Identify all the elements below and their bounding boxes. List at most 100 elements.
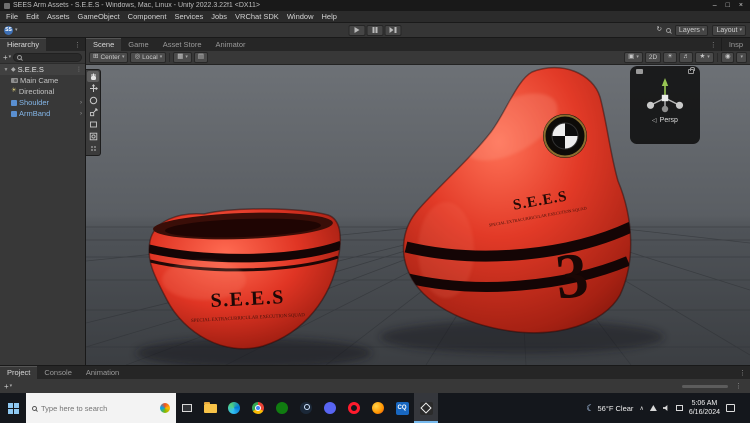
snap-toggle-button[interactable]: ▤ (193, 52, 209, 63)
tool-handle-position-button[interactable]: ⊞ Center ▾ (89, 52, 129, 63)
axis-gizmo[interactable] (641, 74, 689, 116)
account-dropdown[interactable]: SS ▾ (4, 25, 18, 35)
undo-history-icon[interactable]: ↻ (656, 26, 661, 34)
minimize-button[interactable]: – (713, 2, 717, 9)
taskbar-app-unity[interactable] (414, 393, 438, 423)
battery-icon[interactable] (675, 405, 683, 411)
rotate-tool-button[interactable] (87, 95, 99, 106)
tab-project[interactable]: Project (0, 366, 38, 379)
maximize-button[interactable]: □ (726, 2, 730, 9)
hierarchy-item-main-camera[interactable]: Main Came (0, 75, 85, 86)
panel-menu-icon[interactable]: ⋮ (74, 41, 81, 49)
task-view-button[interactable] (176, 393, 198, 423)
play-icon (354, 27, 360, 33)
menu-jobs[interactable]: Jobs (207, 12, 231, 21)
hierarchy-add-button[interactable]: + ▾ (3, 53, 11, 62)
taskbar-app-chrome[interactable] (246, 393, 270, 423)
hierarchy-item-shoulder[interactable]: Shoulder › (0, 97, 85, 108)
taskbar-app-cq[interactable]: CQ (390, 393, 414, 423)
tab-game[interactable]: Game (121, 38, 155, 51)
scene-menu-icon[interactable]: ⋮ (76, 66, 82, 73)
transform-tool-button[interactable] (87, 131, 99, 142)
taskbar-app-file-explorer[interactable] (198, 393, 222, 423)
scene-viewport[interactable]: S.E.E.S SPECIAL EXTRACURRICULAR EXECUTIO… (86, 65, 750, 365)
rect-tool-button[interactable] (87, 119, 99, 130)
tab-animator[interactable]: Animator (209, 38, 253, 51)
layers-dropdown[interactable]: Layers ▾ (674, 24, 709, 36)
tab-animation[interactable]: Animation (79, 366, 126, 379)
action-center-icon[interactable] (726, 404, 735, 412)
hierarchy-item-directional-light[interactable]: ☀ Directional (0, 86, 85, 97)
audio-toggle-button[interactable]: ♬ (678, 52, 694, 63)
hidden-icons-chevron[interactable]: ∧ (639, 405, 643, 412)
taskbar-app-firefox[interactable] (366, 393, 390, 423)
taskbar-app-edge[interactable] (222, 393, 246, 423)
hierarchy-search[interactable] (13, 52, 82, 62)
menu-help[interactable]: Help (318, 12, 341, 21)
tab-inspector[interactable]: Insp (722, 38, 750, 51)
foldout-icon[interactable]: ▼ (3, 67, 9, 73)
close-button[interactable]: × (739, 2, 743, 9)
taskbar-app-steam[interactable] (294, 393, 318, 423)
tab-asset-store[interactable]: Asset Store (156, 38, 209, 51)
search-icon[interactable] (665, 27, 671, 33)
search-highlights-icon[interactable] (160, 403, 170, 413)
start-button[interactable] (0, 393, 26, 423)
move-tool-button[interactable] (87, 83, 99, 94)
scale-tool-button[interactable] (87, 107, 99, 118)
menu-assets[interactable]: Assets (43, 12, 74, 21)
menu-gameobject[interactable]: GameObject (74, 12, 124, 21)
taskbar-clock[interactable]: 5:06 AM 6/16/2024 (689, 399, 720, 417)
tool-handle-rotation-button[interactable]: ◎ Local ▾ (130, 52, 167, 63)
2d-toggle-button[interactable]: 2D (644, 52, 662, 63)
xbox-icon (276, 402, 288, 414)
menu-vrchat-sdk[interactable]: VRChat SDK (231, 12, 283, 21)
network-icon[interactable] (649, 405, 657, 411)
desktop: SEES Arm Assets - S.E.E.S - Windows, Mac… (0, 0, 750, 423)
grid-visibility-button[interactable]: ▦ ▾ (173, 52, 192, 63)
gizmos-dropdown-button[interactable]: ▾ (736, 52, 747, 63)
steam-icon (300, 402, 312, 414)
tab-hierarchy[interactable]: Hierarchy (0, 38, 47, 51)
pause-button[interactable] (366, 24, 384, 36)
camera-settings-button[interactable]: ▣ ▾ (624, 52, 643, 63)
hierarchy-search-input[interactable] (24, 53, 78, 61)
weather-widget[interactable]: ☾ 56°F Clear (586, 403, 633, 413)
view-hand-tool-button[interactable] (87, 71, 99, 82)
taskbar-app-opera[interactable] (342, 393, 366, 423)
taskbar-app-discord[interactable] (318, 393, 342, 423)
volume-icon[interactable] (662, 405, 668, 411)
tab-console[interactable]: Console (37, 366, 79, 379)
gizmo-perspective-label[interactable]: Persp (660, 117, 678, 124)
menu-edit[interactable]: Edit (22, 12, 43, 21)
project-scrollbar[interactable] (682, 384, 728, 388)
tab-scene[interactable]: Scene (86, 38, 122, 51)
panel-menu-icon[interactable]: ⋮ (710, 41, 717, 49)
taskbar-search-input[interactable] (41, 403, 137, 413)
effects-dropdown-button[interactable]: ★ ▾ (695, 52, 714, 63)
visibility-toggle-button[interactable]: ◉ (720, 52, 735, 63)
layout-dropdown[interactable]: Layout ▾ (712, 24, 746, 36)
custom-tools-button[interactable] (87, 143, 99, 154)
step-button[interactable] (384, 24, 402, 36)
lighting-toggle-button[interactable]: ☀ (663, 52, 677, 63)
panel-menu-icon[interactable]: ⋮ (735, 382, 742, 390)
taskbar-search[interactable] (26, 393, 176, 423)
panel-menu-icon[interactable]: ⋮ (739, 369, 746, 377)
gizmo-lock-icon[interactable] (688, 67, 695, 74)
menu-services[interactable]: Services (170, 12, 207, 21)
taskbar-app-xbox[interactable] (270, 393, 294, 423)
caret-down-icon: ▾ (739, 26, 742, 33)
play-button[interactable] (348, 24, 366, 36)
menu-file[interactable]: File (2, 12, 22, 21)
hierarchy-item-armband[interactable]: ArmBand › (0, 108, 85, 119)
scene-orientation-gizmo[interactable]: ◁ Persp (630, 66, 700, 144)
project-add-button[interactable]: + ▾ (4, 382, 12, 391)
menu-component[interactable]: Component (124, 12, 171, 21)
scene-tools-palette (86, 69, 101, 156)
prefab-open-chevron-icon[interactable]: › (80, 100, 82, 106)
menu-window[interactable]: Window (283, 12, 318, 21)
prefab-open-chevron-icon[interactable]: › (80, 111, 82, 117)
gizmo-prev-arrow-icon[interactable]: ◁ (652, 117, 657, 124)
scene-row[interactable]: ▼ ◆ S.E.E.S ⋮ (0, 64, 85, 75)
